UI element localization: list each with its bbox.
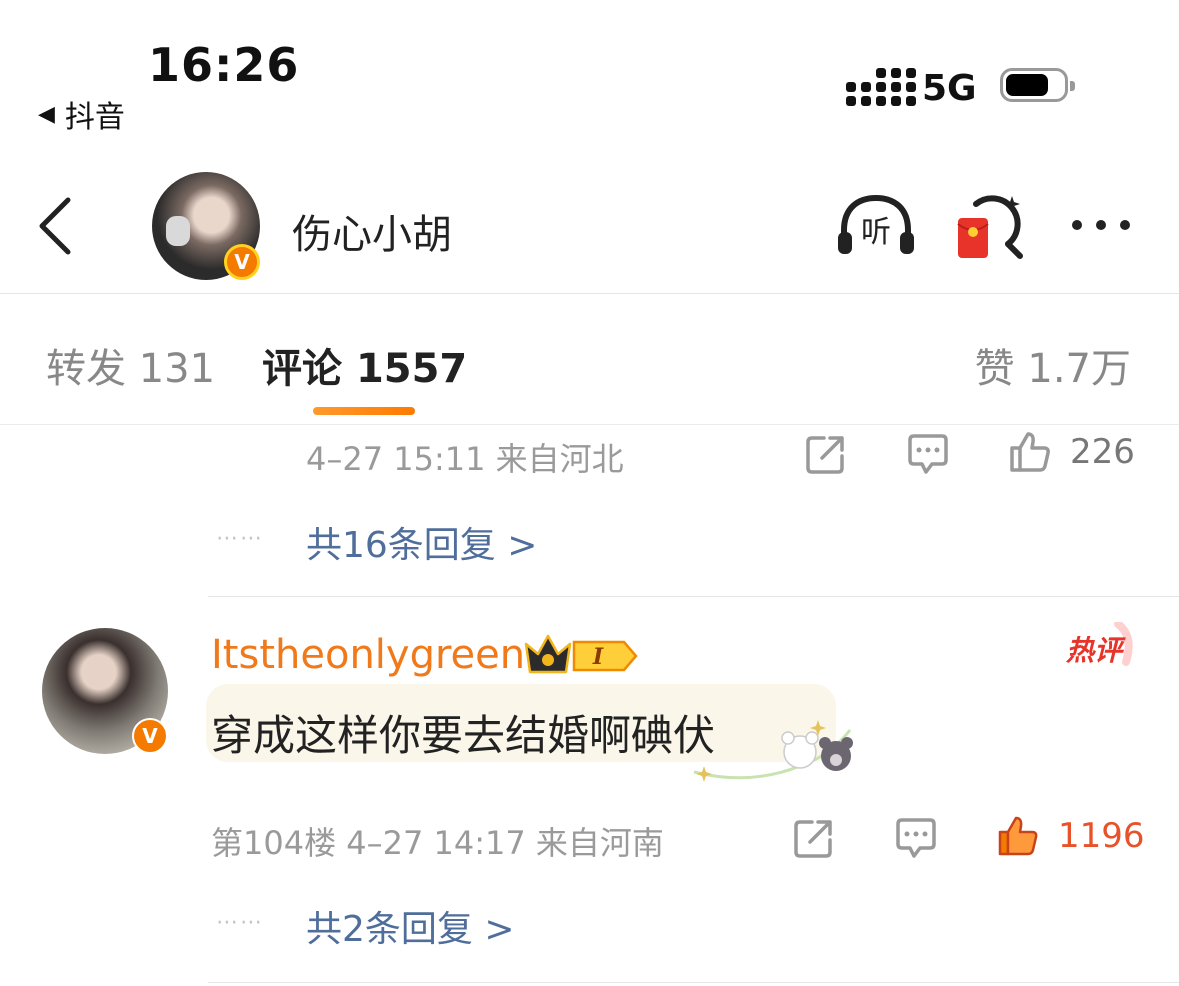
- like-count: 1196: [1058, 816, 1145, 856]
- battery-icon: [1000, 68, 1075, 102]
- comment-icon[interactable]: [906, 432, 950, 476]
- tab-comment-label: 评论: [262, 346, 342, 392]
- share-icon[interactable]: [792, 816, 836, 860]
- tab-like-label: 赞: [974, 346, 1015, 392]
- tabs-divider: [0, 424, 1179, 425]
- author-name[interactable]: 伤心小胡: [292, 202, 452, 260]
- comment-meta: 第104楼 4–27 14:17 来自河南: [211, 818, 664, 864]
- network-label: 5G: [922, 68, 977, 109]
- level-label: I: [592, 644, 604, 670]
- hot-label: 热评: [1065, 634, 1126, 667]
- bear-stickers-icon: [693, 720, 853, 782]
- comment-meta: 4–27 15:11 来自河北: [306, 440, 624, 478]
- status-time: 16:26: [148, 38, 300, 92]
- listen-label: 听: [861, 215, 891, 250]
- red-packet-search-icon[interactable]: [956, 194, 1026, 260]
- verified-badge-icon: V: [132, 718, 168, 754]
- headphones-icon[interactable]: 听: [836, 194, 916, 258]
- comment-divider: [208, 596, 1179, 597]
- comment-text[interactable]: 穿成这样你要去结婚啊碘伏: [211, 702, 715, 763]
- like-icon[interactable]: [1008, 430, 1052, 474]
- back-chevron-icon[interactable]: [36, 196, 76, 256]
- comment-divider: [208, 982, 1179, 983]
- reply-dots: ⋯⋯: [216, 910, 264, 935]
- share-icon[interactable]: [804, 432, 848, 476]
- back-triangle-icon: ◀: [38, 101, 55, 127]
- more-icon[interactable]: [1072, 220, 1130, 230]
- back-to-app-button[interactable]: ◀ 抖音: [38, 92, 125, 136]
- view-replies-link[interactable]: 共2条回复 >: [306, 900, 515, 952]
- comment-icon[interactable]: [894, 816, 938, 860]
- signal-icon: [846, 68, 916, 106]
- header-divider: [0, 293, 1179, 294]
- tab-repost-label: 转发: [46, 346, 126, 392]
- tab-like[interactable]: 赞 1.7万: [975, 336, 1131, 394]
- back-app-label: 抖音: [64, 100, 125, 135]
- comment-time-location: 4–27 14:17 来自河南: [346, 824, 664, 862]
- view-replies-link[interactable]: 共16条回复 >: [306, 516, 537, 568]
- tab-comment[interactable]: 评论 1557: [262, 336, 467, 394]
- commenter-name[interactable]: Itstheonlygreen: [211, 632, 525, 678]
- tab-repost[interactable]: 转发 131: [46, 336, 215, 394]
- tab-like-count: 1.7万: [1027, 346, 1131, 392]
- floor-number: 第104楼: [211, 824, 337, 862]
- hot-comment-badge-icon: 热评: [1065, 622, 1133, 667]
- tab-comment-count: 1557: [355, 346, 468, 392]
- crown-level-badge-icon: I: [524, 634, 638, 674]
- reply-dots: ⋯⋯: [216, 526, 264, 551]
- liked-icon[interactable]: [996, 814, 1040, 858]
- active-tab-indicator: [313, 407, 415, 415]
- tab-repost-count: 131: [138, 346, 216, 392]
- like-count: 226: [1070, 432, 1135, 472]
- verified-badge-icon: V: [224, 244, 260, 280]
